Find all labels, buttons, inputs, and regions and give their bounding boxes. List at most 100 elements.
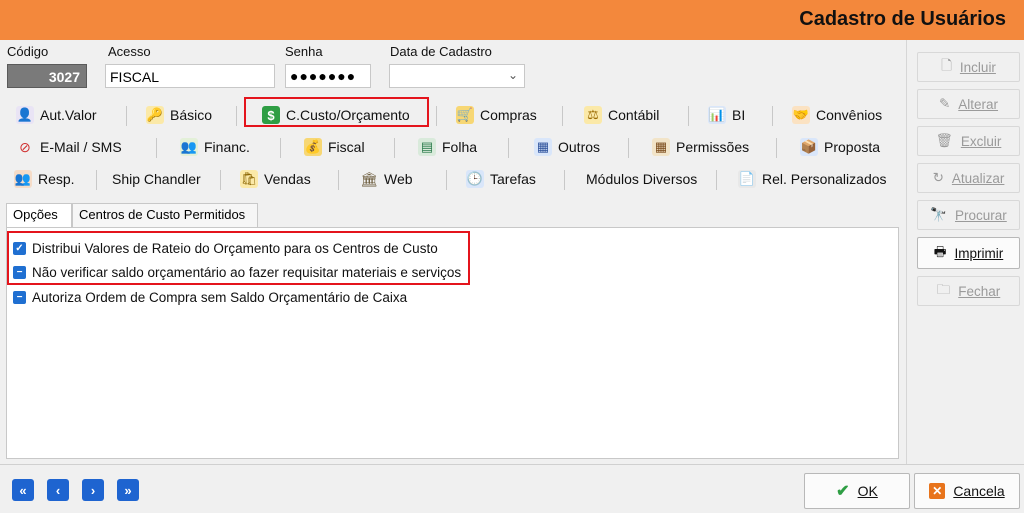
- tab-label: Compras: [480, 107, 537, 123]
- tab-aut-valor[interactable]: 👤 Aut.Valor: [16, 100, 97, 130]
- next-record-icon[interactable]: ›: [82, 479, 104, 501]
- chart-icon: 📊: [708, 106, 726, 124]
- tab-row-2: ⊘ E-Mail / SMS 👥 Financ. 💰 Fiscal ▤ Folh…: [4, 132, 904, 162]
- tab-financ[interactable]: 👥 Financ.: [180, 132, 250, 162]
- binoculars-icon: 🔭: [930, 207, 948, 222]
- tab-proposta[interactable]: 📦 Proposta: [800, 132, 880, 162]
- tab-label: Fiscal: [328, 139, 365, 155]
- tab-outros[interactable]: ▦ Outros: [534, 132, 600, 162]
- alterar-button[interactable]: ✎ Alterar: [917, 89, 1020, 119]
- tab-separator: [508, 138, 509, 158]
- tab-web[interactable]: 🏛 Web: [360, 164, 412, 194]
- check-icon: ✔: [836, 483, 850, 500]
- tab-email-sms[interactable]: ⊘ E-Mail / SMS: [16, 132, 122, 162]
- first-record-icon[interactable]: «: [12, 479, 34, 501]
- tab-convenios[interactable]: 🤝 Convênios: [792, 100, 882, 130]
- atualizar-button[interactable]: ↻ Atualizar: [917, 163, 1020, 193]
- new-document-icon: 🗋: [941, 57, 952, 73]
- procurar-button[interactable]: 🔭 Procurar: [917, 200, 1020, 230]
- tab-separator: [564, 170, 565, 190]
- coins-icon: 💰: [304, 138, 322, 156]
- tab-modulos-diversos[interactable]: Módulos Diversos: [586, 164, 697, 194]
- tab-compras[interactable]: 🛒 Compras: [456, 100, 537, 130]
- tab-separator: [688, 106, 689, 126]
- tab-label: Contábil: [608, 107, 660, 123]
- tab-separator: [338, 170, 339, 190]
- highlight-options-box: [7, 231, 470, 285]
- tab-row-3: 👥 Resp. Ship Chandler 🛍 Vendas 🏛 Web 🕒 T…: [4, 164, 904, 194]
- tab-label: BI: [732, 107, 746, 123]
- tab-label: Financ.: [204, 139, 250, 155]
- tab-basico[interactable]: 🔑 Básico: [146, 100, 212, 130]
- tab-label: Tarefas: [490, 171, 536, 187]
- window-title: Cadastro de Usuários: [799, 8, 1006, 30]
- title-bar: Cadastro de Usuários: [0, 0, 1024, 40]
- tab-vendas[interactable]: 🛍 Vendas: [240, 164, 311, 194]
- no-mail-icon: ⊘: [19, 138, 31, 155]
- side-toolbar: 🗋 Incluir ✎ Alterar 🗑 Excluir ↻ Atualiza…: [906, 40, 1024, 464]
- button-label: Fechar: [958, 283, 1001, 299]
- tab-resp[interactable]: 👥 Resp.: [14, 164, 75, 194]
- excluir-button[interactable]: 🗑 Excluir: [917, 126, 1020, 156]
- key-icon: 🔑: [146, 106, 164, 124]
- previous-record-icon[interactable]: ‹: [47, 479, 69, 501]
- subtab-centros-custo[interactable]: Centros de Custo Permitidos: [72, 203, 258, 227]
- tab-contabil[interactable]: ⚖ Contábil: [584, 100, 659, 130]
- data-cadastro-label: Data de Cadastro: [390, 44, 492, 59]
- tab-separator: [776, 138, 777, 158]
- last-record-icon[interactable]: »: [117, 479, 139, 501]
- tab-separator: [96, 170, 97, 190]
- tab-row-1: 👤 Aut.Valor 🔑 Básico $ C.Custo/Orçamento…: [4, 100, 904, 130]
- tab-label: Rel. Personalizados: [762, 171, 887, 187]
- button-label: Imprimir: [954, 245, 1004, 261]
- tab-folha[interactable]: ▤ Folha: [418, 132, 477, 162]
- subtab-opcoes[interactable]: Opções: [6, 203, 72, 228]
- option-autoriza-ordem-compra[interactable]: − Autoriza Ordem de Compra sem Saldo Orç…: [13, 290, 407, 305]
- tab-label: Resp.: [38, 171, 75, 187]
- main-area: Código 3027 Acesso FISCAL Senha ●●●●●●● …: [0, 40, 906, 464]
- tab-separator: [716, 170, 717, 190]
- tab-separator: [220, 170, 221, 190]
- data-cadastro-input[interactable]: ⌄: [389, 64, 525, 88]
- button-label: Incluir: [959, 59, 996, 75]
- senha-input[interactable]: ●●●●●●●: [285, 64, 371, 88]
- ok-button[interactable]: ✔ OK: [804, 473, 910, 509]
- fechar-button[interactable]: 🗀 Fechar: [917, 276, 1020, 306]
- tab-label: Aut.Valor: [40, 107, 97, 123]
- codigo-field[interactable]: 3027: [7, 64, 87, 88]
- highlight-tab-box: [244, 97, 429, 127]
- checkbox-indeterminate-icon[interactable]: −: [13, 291, 26, 304]
- cancela-label: Cancela: [953, 483, 1005, 499]
- report-icon: 📄: [738, 170, 756, 188]
- tab-label: Convênios: [816, 107, 883, 123]
- tab-tarefas[interactable]: 🕒 Tarefas: [466, 164, 536, 194]
- ok-label: OK: [857, 483, 878, 499]
- acesso-input[interactable]: FISCAL: [105, 64, 275, 88]
- tab-separator: [236, 106, 237, 126]
- button-label: Procurar: [955, 207, 1007, 223]
- tab-fiscal[interactable]: 💰 Fiscal: [304, 132, 365, 162]
- tab-label: Outros: [558, 139, 601, 155]
- imprimir-button[interactable]: 🖶 Imprimir: [917, 237, 1020, 269]
- tab-rel-personalizados[interactable]: 📄 Rel. Personalizados: [738, 164, 887, 194]
- refresh-icon: ↻: [932, 170, 944, 185]
- tab-separator: [394, 138, 395, 158]
- table-icon: ▦: [652, 138, 670, 156]
- tab-label: Vendas: [264, 171, 311, 187]
- spreadsheet-icon: ▤: [418, 138, 436, 156]
- button-label: Atualizar: [951, 170, 1005, 186]
- users-icon: 👥: [14, 170, 32, 188]
- edit-icon: ✎: [938, 96, 951, 111]
- tab-separator: [280, 138, 281, 158]
- cancela-button[interactable]: ✕ Cancela: [914, 473, 1020, 509]
- cancel-x-icon: ✕: [929, 483, 946, 499]
- tab-permissoes[interactable]: ▦ Permissões: [652, 132, 749, 162]
- button-label: Alterar: [958, 96, 999, 112]
- tab-bi[interactable]: 📊 BI: [708, 100, 745, 130]
- codigo-label: Código: [7, 44, 49, 59]
- tab-ship-chandler[interactable]: Ship Chandler: [112, 164, 201, 194]
- option-label: Autoriza Ordem de Compra sem Saldo Orçam…: [32, 290, 408, 305]
- incluir-button[interactable]: 🗋 Incluir: [917, 52, 1020, 82]
- chevron-down-icon[interactable]: ⌄: [508, 68, 518, 82]
- trash-icon: 🗑: [935, 133, 953, 148]
